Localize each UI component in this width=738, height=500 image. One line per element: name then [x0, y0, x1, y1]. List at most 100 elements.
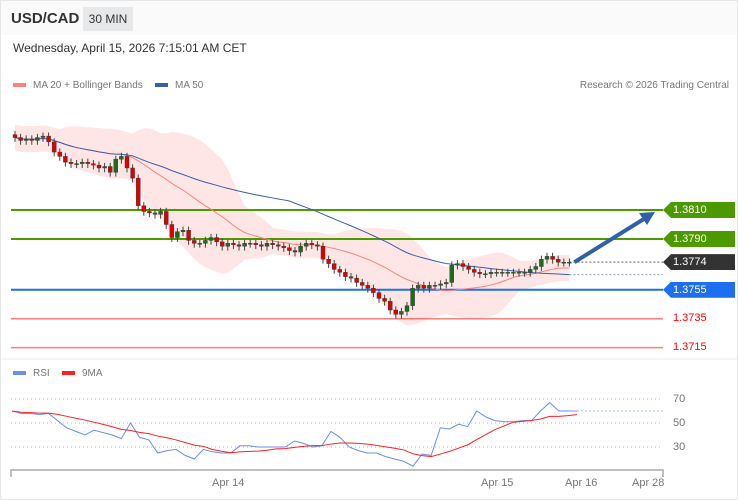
candle-body	[208, 237, 214, 241]
candle-body	[119, 156, 124, 160]
candle-body	[483, 273, 488, 275]
rsi-tick-50: 50	[673, 417, 686, 429]
candle-body	[404, 305, 410, 312]
candle-body	[124, 156, 130, 169]
candle-body	[35, 137, 40, 141]
candle-body	[96, 164, 102, 169]
candle-body	[91, 163, 96, 166]
candle-body	[197, 243, 203, 245]
candle-body	[259, 244, 264, 247]
x-axis	[10, 469, 664, 477]
candle-body	[477, 272, 482, 274]
candle-body	[539, 259, 544, 267]
candle-body	[522, 272, 527, 274]
candle-body	[186, 230, 191, 241]
candle-body	[315, 244, 320, 247]
candle-body	[343, 272, 348, 277]
candle-body	[135, 177, 141, 206]
candle-body	[528, 269, 533, 273]
candle-body	[152, 212, 158, 215]
candle-body	[276, 244, 281, 247]
price-tag-1.3755: 1.3755	[663, 281, 735, 298]
rsi-tick-30: 30	[673, 441, 686, 453]
candle-body	[74, 163, 79, 165]
candle-body	[236, 244, 242, 247]
x-tick-apr15: Apr 15	[481, 477, 514, 489]
candle-body	[399, 311, 404, 315]
candle-body	[304, 243, 309, 247]
x-tick-apr16: Apr 16	[565, 477, 598, 489]
candle-body	[253, 243, 259, 245]
candle-body	[556, 259, 561, 263]
chart-canvas[interactable]	[0, 0, 738, 500]
candle-body	[85, 161, 91, 164]
candle-body	[163, 211, 169, 225]
candle-body	[516, 272, 522, 274]
candle-body	[79, 161, 85, 164]
candle-body	[12, 134, 18, 138]
candle-body	[203, 240, 208, 244]
candle-body	[113, 159, 119, 173]
candle-body	[332, 263, 337, 270]
rsi-tick-70: 70	[673, 393, 686, 405]
candle-body	[298, 246, 303, 253]
candle-body	[438, 283, 443, 286]
candle-body	[46, 135, 51, 143]
price-tag-1.3774: 1.3774	[663, 254, 735, 271]
candle-body	[505, 272, 510, 274]
candle-body	[449, 264, 454, 283]
price-tag-1.3790: 1.3790	[663, 230, 735, 247]
candle-body	[214, 237, 219, 243]
candle-body	[231, 243, 236, 245]
candle-body	[360, 282, 365, 286]
candle-body	[388, 301, 393, 311]
candle-body	[354, 277, 359, 283]
candle-body	[281, 246, 286, 248]
candle-body	[107, 166, 113, 173]
candle-body	[376, 292, 382, 299]
candle-body	[472, 269, 477, 273]
candle-body	[292, 250, 298, 253]
candle-body	[432, 285, 438, 287]
candle-body	[175, 231, 180, 238]
rsi-ma-line	[11, 410, 578, 458]
candle-body	[24, 138, 29, 141]
candle-body	[102, 166, 107, 169]
candle-body	[242, 243, 247, 247]
candle-body	[533, 266, 538, 270]
candle-body	[169, 224, 175, 238]
candle-body	[416, 285, 421, 289]
candle-body	[191, 240, 197, 244]
candle-body	[141, 205, 147, 212]
candle-body	[180, 230, 186, 232]
candle-body	[365, 285, 370, 289]
candle-body	[57, 151, 62, 157]
candle-body	[326, 259, 331, 264]
candle-body	[225, 243, 231, 247]
candle-body	[40, 135, 46, 138]
candle-body	[348, 276, 354, 279]
candle-body	[500, 272, 505, 274]
price-tag-1.3810: 1.3810	[663, 202, 735, 218]
bollinger-band	[15, 124, 570, 326]
candle-body	[455, 263, 460, 266]
x-tick-apr14: Apr 14	[212, 477, 245, 489]
candle-body	[427, 285, 432, 289]
candle-body	[511, 272, 516, 274]
candle-body	[460, 263, 466, 267]
rsi-line	[11, 401, 577, 467]
candle-body	[130, 167, 135, 179]
candle-body	[147, 211, 152, 214]
price-tag-1.3715: 1.3715	[673, 340, 707, 353]
candle-body	[488, 272, 494, 274]
candle-body	[63, 156, 68, 163]
candle-body	[52, 141, 57, 153]
candle-body	[466, 266, 471, 270]
candle-body	[309, 243, 314, 245]
candle-body	[494, 272, 499, 274]
candle-body	[410, 288, 415, 306]
candle-body	[382, 298, 387, 302]
candle-body	[320, 246, 326, 260]
candle-body	[219, 241, 225, 247]
candle-body	[287, 247, 292, 251]
